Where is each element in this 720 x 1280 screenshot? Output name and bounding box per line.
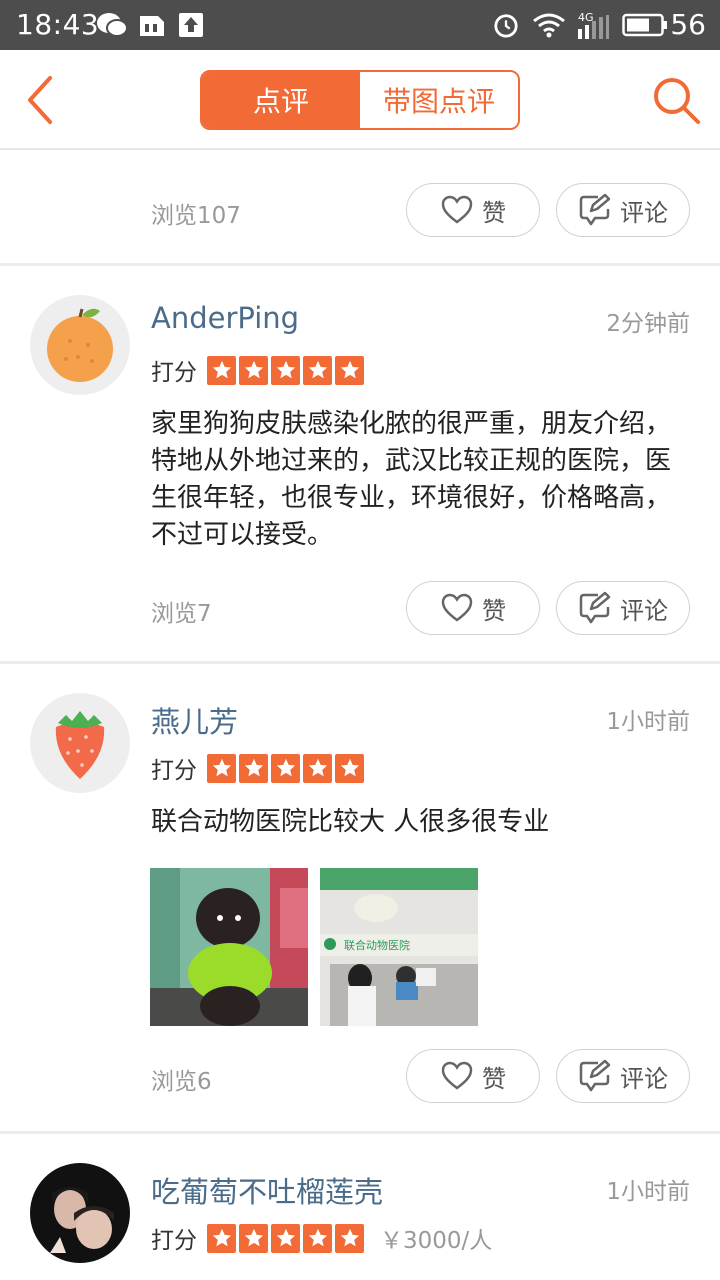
star-icon bbox=[271, 753, 300, 783]
review-photo-lobby[interactable]: 联合动物医院 bbox=[320, 868, 478, 1026]
lobby-sign-text: 联合动物医院 bbox=[344, 938, 410, 952]
battery-level: 56 bbox=[670, 8, 706, 41]
score-label: 打分 bbox=[151, 758, 197, 784]
star-icon bbox=[335, 355, 364, 385]
avatar[interactable] bbox=[30, 693, 130, 793]
star-icon bbox=[335, 753, 364, 783]
like-label: 赞 bbox=[482, 596, 506, 625]
comment-button[interactable]: 评论 bbox=[556, 183, 690, 237]
view-count: 浏览6 bbox=[151, 1069, 212, 1095]
review-photo-dog[interactable] bbox=[150, 868, 308, 1026]
reviewer-name[interactable]: 吃葡萄不吐榴莲壳 bbox=[151, 1169, 383, 1211]
review-card: 吃葡萄不吐榴莲壳 1小时前 打分 ￥3000/人 bbox=[0, 1134, 720, 1280]
comment-label: 评论 bbox=[620, 1064, 668, 1093]
comment-button[interactable]: 评论 bbox=[556, 581, 690, 635]
star-icon bbox=[271, 1223, 300, 1253]
star-icon bbox=[239, 753, 268, 783]
score-row: 打分 ￥3000/人 bbox=[151, 1222, 492, 1254]
review-photos: 联合动物医院 bbox=[150, 868, 480, 1026]
heart-icon bbox=[441, 1061, 473, 1090]
status-time: 18:43 bbox=[16, 8, 100, 41]
status-bar: 18:43 4G 56 bbox=[0, 0, 720, 50]
score-row: 打分 bbox=[151, 752, 364, 784]
review-card: 燕儿芳 1小时前 打分 联合动物医院比较大 人很多很专业 联合动物医院 浏览6 … bbox=[0, 664, 720, 1131]
view-count: 浏览107 bbox=[151, 203, 241, 229]
like-button[interactable]: 赞 bbox=[406, 1049, 540, 1103]
score-label: 打分 bbox=[151, 360, 197, 386]
like-button[interactable]: 赞 bbox=[406, 581, 540, 635]
comment-button[interactable]: 评论 bbox=[556, 1049, 690, 1103]
star-icon bbox=[303, 1223, 332, 1253]
search-icon[interactable] bbox=[650, 74, 702, 126]
review-content: 联合动物医院比较大 人很多很专业 bbox=[151, 807, 550, 837]
like-button[interactable]: 赞 bbox=[406, 183, 540, 237]
star-icon bbox=[271, 355, 300, 385]
review-filter-tabs: 点评 带图点评 bbox=[200, 70, 520, 130]
strawberry-avatar-icon bbox=[30, 693, 130, 793]
review-card: AnderPing 2分钟前 打分 家里狗狗皮肤感染化脓的很严重，朋友介绍，特地… bbox=[0, 266, 720, 661]
review-feed[interactable]: 浏览107 赞 评论 AnderPing 2分钟前 打分 家里狗狗皮肤感染化脓的… bbox=[0, 150, 720, 1280]
wifi-icon bbox=[533, 13, 565, 38]
reviewer-name[interactable]: 燕儿芳 bbox=[151, 699, 238, 741]
hospital-lobby-image: 联合动物医院 bbox=[320, 868, 478, 1026]
battery-icon bbox=[622, 13, 667, 37]
star-icon bbox=[239, 1223, 268, 1253]
orange-avatar-icon bbox=[30, 295, 130, 395]
dog-photo-image bbox=[150, 868, 308, 1026]
star-icon bbox=[335, 1223, 364, 1253]
sim-card-icon bbox=[140, 16, 164, 36]
alarm-icon bbox=[494, 14, 518, 38]
review-time: 1小时前 bbox=[606, 709, 690, 735]
comment-edit-icon bbox=[579, 1059, 611, 1092]
review-content: 家里狗狗皮肤感染化脓的很严重，朋友介绍，特地从外地过来的，武汉比较正规的医院，医… bbox=[151, 409, 672, 550]
star-icon bbox=[207, 753, 236, 783]
back-icon[interactable] bbox=[18, 72, 68, 128]
user-photo-avatar bbox=[30, 1163, 130, 1263]
star-rating bbox=[207, 1223, 364, 1253]
tab-photo-reviews[interactable]: 带图点评 bbox=[360, 72, 518, 128]
like-label: 赞 bbox=[482, 198, 506, 227]
like-label: 赞 bbox=[482, 1064, 506, 1093]
heart-icon bbox=[441, 593, 473, 622]
view-count: 浏览7 bbox=[151, 601, 212, 627]
star-icon bbox=[207, 355, 236, 385]
heart-icon bbox=[441, 195, 473, 224]
star-icon bbox=[303, 753, 332, 783]
star-icon bbox=[239, 355, 268, 385]
comment-edit-icon bbox=[579, 193, 611, 226]
star-rating bbox=[207, 753, 364, 783]
review-time: 1小时前 bbox=[606, 1179, 690, 1205]
comment-edit-icon bbox=[579, 591, 611, 624]
avatar[interactable] bbox=[30, 295, 130, 395]
review-time: 2分钟前 bbox=[606, 311, 690, 337]
nav-header: 点评 带图点评 bbox=[0, 50, 720, 150]
comment-label: 评论 bbox=[620, 596, 668, 625]
comment-label: 评论 bbox=[620, 198, 668, 227]
avatar[interactable] bbox=[30, 1163, 130, 1263]
star-icon bbox=[207, 1223, 236, 1253]
star-rating bbox=[207, 355, 364, 385]
signal-icon bbox=[578, 15, 609, 39]
wechat-icon bbox=[97, 13, 128, 37]
reviewer-name[interactable]: AnderPing bbox=[151, 301, 299, 335]
score-row: 打分 bbox=[151, 354, 364, 386]
score-label: 打分 bbox=[151, 1228, 197, 1254]
tab-reviews[interactable]: 点评 bbox=[202, 72, 360, 128]
price-per-person: ￥3000/人 bbox=[380, 1228, 493, 1254]
star-icon bbox=[303, 355, 332, 385]
upload-icon bbox=[179, 13, 203, 37]
review-card: 浏览107 赞 评论 bbox=[0, 150, 720, 263]
